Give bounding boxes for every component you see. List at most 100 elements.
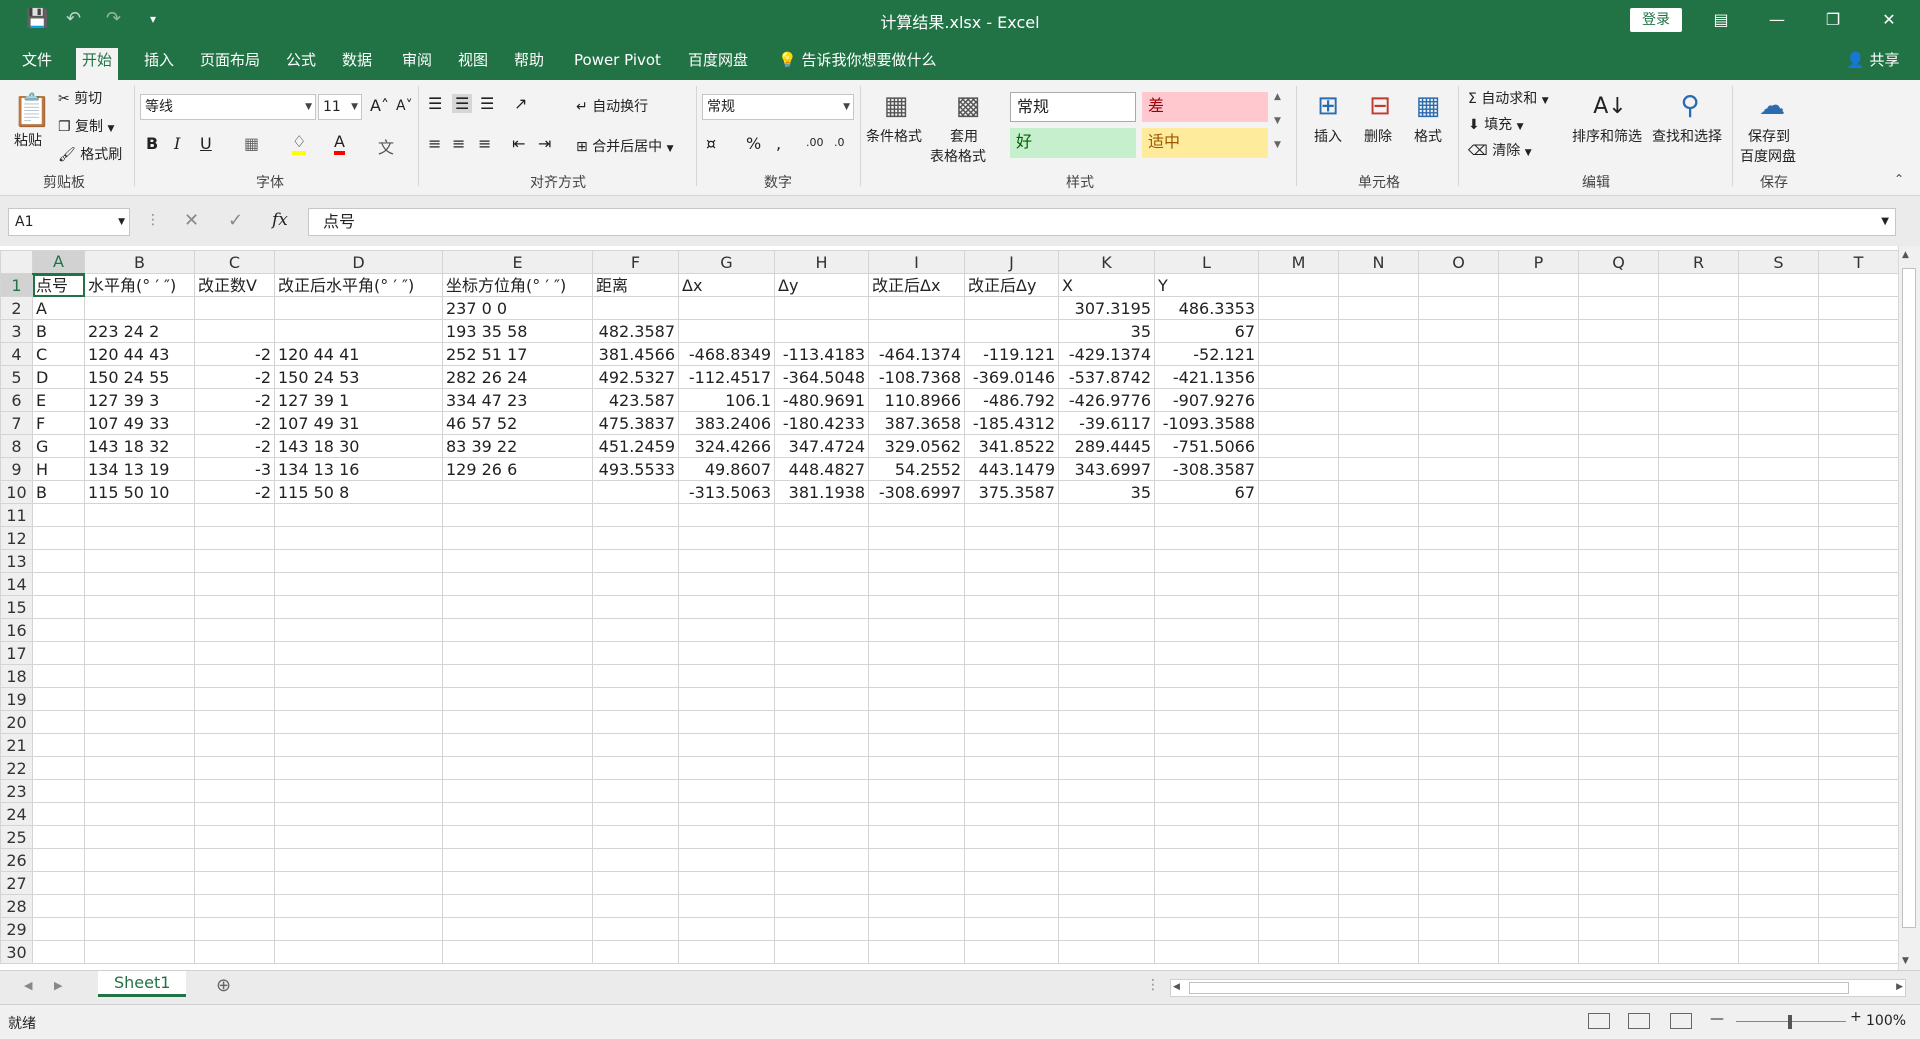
cell[interactable]	[774, 687, 869, 711]
cell[interactable]	[1578, 319, 1659, 343]
cell[interactable]: -907.9276	[1154, 388, 1259, 412]
cell[interactable]	[678, 641, 775, 665]
tab-formulas[interactable]: 公式	[280, 48, 322, 78]
cell[interactable]	[32, 572, 85, 596]
zoom-out-icon[interactable]: —	[1710, 1011, 1724, 1027]
cell[interactable]: -429.1374	[1058, 342, 1155, 366]
cell[interactable]: 67	[1154, 480, 1259, 504]
cell[interactable]	[194, 595, 275, 619]
cell[interactable]: -52.121	[1154, 342, 1259, 366]
cell[interactable]	[1578, 411, 1659, 435]
cell[interactable]: 343.6997	[1058, 457, 1155, 481]
cell[interactable]	[1154, 710, 1259, 734]
cell[interactable]	[1418, 503, 1499, 527]
cell[interactable]	[1818, 296, 1899, 320]
cell[interactable]	[1818, 526, 1899, 550]
cell[interactable]	[1578, 733, 1659, 757]
scroll-left-icon[interactable]: ◀	[1173, 982, 1180, 992]
column-header[interactable]: N	[1338, 250, 1419, 274]
cell[interactable]	[84, 710, 195, 734]
row-header[interactable]: 30	[0, 940, 33, 964]
cell[interactable]: 129 26 6	[442, 457, 593, 481]
cell[interactable]	[1658, 894, 1739, 918]
cell[interactable]	[1738, 848, 1819, 872]
cell[interactable]: 120 44 41	[274, 342, 443, 366]
cell[interactable]	[1154, 825, 1259, 849]
cell[interactable]	[868, 894, 965, 918]
cell[interactable]	[194, 664, 275, 688]
cell[interactable]	[194, 526, 275, 550]
cell[interactable]	[774, 710, 869, 734]
cell[interactable]	[1418, 526, 1499, 550]
cell[interactable]: -2	[194, 388, 275, 412]
cell[interactable]	[1498, 411, 1579, 435]
cell[interactable]	[1058, 779, 1155, 803]
cell[interactable]	[774, 572, 869, 596]
cell[interactable]: -108.7368	[868, 365, 965, 389]
cell[interactable]	[1338, 664, 1419, 688]
cell[interactable]	[592, 825, 679, 849]
cell[interactable]: -464.1374	[868, 342, 965, 366]
cell[interactable]	[194, 940, 275, 964]
cell[interactable]: 341.8522	[964, 434, 1059, 458]
cell[interactable]	[1738, 894, 1819, 918]
cell[interactable]	[1154, 503, 1259, 527]
baidu-cloud-icon[interactable]: ☁	[1754, 88, 1790, 124]
cell[interactable]	[678, 319, 775, 343]
share-button[interactable]: 👤 共享	[1840, 48, 1905, 78]
cell[interactable]	[442, 825, 593, 849]
cell[interactable]: -112.4517	[678, 365, 775, 389]
cell[interactable]: 改正数V	[194, 273, 275, 297]
cell[interactable]	[1258, 388, 1339, 412]
cell[interactable]	[274, 503, 443, 527]
cell[interactable]	[774, 549, 869, 573]
clear-button[interactable]: ⌫ 清除 ▼	[1468, 140, 1532, 160]
cell[interactable]	[868, 710, 965, 734]
cell[interactable]	[678, 572, 775, 596]
cell[interactable]	[1154, 871, 1259, 895]
cell[interactable]	[1498, 595, 1579, 619]
cell[interactable]	[442, 848, 593, 872]
row-header[interactable]: 5	[0, 365, 33, 389]
cell[interactable]	[1258, 779, 1339, 803]
row-header[interactable]: 23	[0, 779, 33, 803]
cell[interactable]	[964, 825, 1059, 849]
cell[interactable]	[1258, 434, 1339, 458]
cell[interactable]	[442, 733, 593, 757]
cell[interactable]	[274, 572, 443, 596]
cell[interactable]	[274, 549, 443, 573]
format-cells-label[interactable]: 格式	[1414, 126, 1442, 146]
cell[interactable]	[194, 710, 275, 734]
cell[interactable]: 127 39 1	[274, 388, 443, 412]
cell[interactable]	[1338, 411, 1419, 435]
cell[interactable]	[1154, 641, 1259, 665]
cell[interactable]	[274, 848, 443, 872]
cell[interactable]	[964, 664, 1059, 688]
cell[interactable]	[592, 526, 679, 550]
cell[interactable]	[1418, 894, 1499, 918]
cell[interactable]	[1658, 595, 1739, 619]
font-size-select[interactable]: 11 ▼	[318, 94, 362, 120]
cell[interactable]	[84, 618, 195, 642]
cell[interactable]: X	[1058, 273, 1155, 297]
cell[interactable]	[774, 802, 869, 826]
cell[interactable]	[1578, 388, 1659, 412]
cell[interactable]	[1338, 595, 1419, 619]
cell[interactable]	[1258, 480, 1339, 504]
column-header[interactable]: T	[1818, 250, 1899, 274]
cell[interactable]	[1418, 641, 1499, 665]
cell[interactable]	[868, 917, 965, 941]
cell[interactable]	[1738, 733, 1819, 757]
cell[interactable]	[1498, 342, 1579, 366]
cell[interactable]	[1258, 710, 1339, 734]
cell[interactable]	[32, 940, 85, 964]
cell[interactable]	[1258, 940, 1339, 964]
cell[interactable]	[1338, 526, 1419, 550]
cell[interactable]	[868, 549, 965, 573]
cell[interactable]: H	[32, 457, 85, 481]
cell[interactable]	[1738, 710, 1819, 734]
cell[interactable]	[592, 641, 679, 665]
cell[interactable]	[678, 871, 775, 895]
cell[interactable]	[32, 871, 85, 895]
cell[interactable]: 46 57 52	[442, 411, 593, 435]
